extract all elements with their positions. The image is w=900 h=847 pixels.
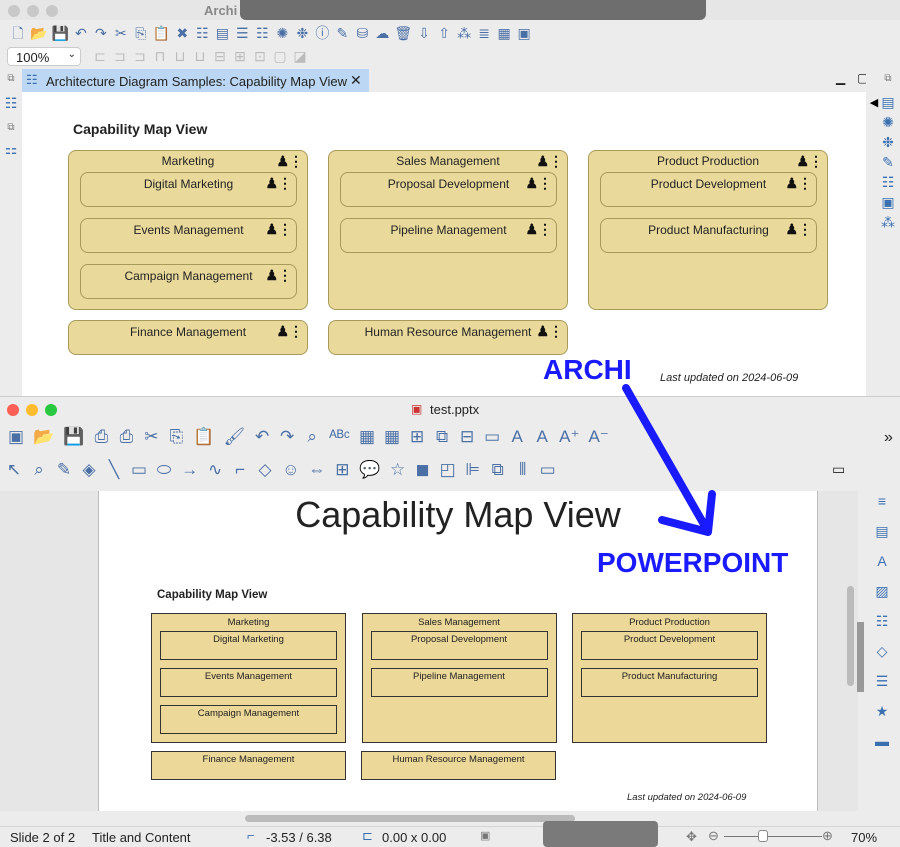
powerpoint-annotation: POWERPOINT (597, 547, 789, 578)
arrow-shaft (622, 384, 710, 532)
arrow-annotation (622, 384, 716, 536)
